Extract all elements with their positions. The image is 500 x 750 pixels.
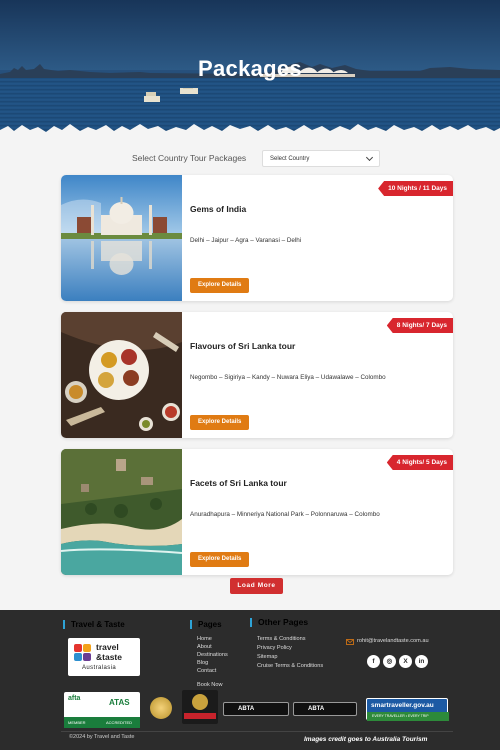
abta-logo-2: ABTA <box>293 702 357 716</box>
beach-aerial-image <box>61 449 182 575</box>
explore-details-button[interactable]: Explore Details <box>190 278 250 293</box>
package-route: Delhi – Jaipur – Agra – Varanasi – Delhi <box>190 237 302 244</box>
country-filter: Select Country Tour Packages Select Coun… <box>0 150 500 168</box>
footer-link-sitemap[interactable]: Sitemap <box>257 653 278 661</box>
package-card: 8 Nights/ 7 Days Flavours of Sri Lanka t… <box>61 312 453 438</box>
footer-link-blog[interactable]: Blog <box>197 659 208 667</box>
x-icon[interactable]: X <box>399 655 412 668</box>
duration-badge: 10 Nights / 11 Days <box>378 181 453 196</box>
footer-other-pages-title: Other Pages <box>250 618 308 627</box>
abta-text-2: ABTA <box>308 706 325 712</box>
duration-badge: 4 Nights/ 5 Days <box>386 455 453 470</box>
facebook-icon[interactable]: f <box>367 655 380 668</box>
duration-badge: 8 Nights/ 7 Days <box>386 318 453 333</box>
taj-mahal-image <box>61 175 182 301</box>
linkedin-icon[interactable]: in <box>415 655 428 668</box>
chevron-down-icon <box>365 153 374 162</box>
footer-divider <box>61 731 453 732</box>
afta-atas-logo: afta ATAS MEMBER ACCREDITED <box>64 692 140 728</box>
copyright-text: ©2024 by Travel and Taste <box>69 734 135 740</box>
footer-email[interactable]: rohit@travelandtaste.com.au <box>357 638 429 644</box>
image-credit-text: Images credit goes to Australia Tourism <box>304 736 428 743</box>
logo-mark-icon <box>74 644 91 661</box>
footer-link-cruise-terms[interactable]: Cruise Terms & Conditions <box>257 662 323 670</box>
package-route: Anuradhapura – Minneriya National Park –… <box>190 511 380 518</box>
footer-link-contact[interactable]: Contact <box>197 667 216 675</box>
spices-image <box>61 312 182 438</box>
footer-link-destinations[interactable]: Destinations <box>197 651 228 659</box>
award-badge-icon <box>182 690 218 724</box>
footer-link-about[interactable]: About <box>197 643 212 651</box>
explore-details-button[interactable]: Explore Details <box>190 552 250 567</box>
ferry-boats <box>144 88 198 102</box>
email-icon <box>346 639 354 645</box>
package-card: 10 Nights / 11 Days Gems of India Delhi … <box>61 175 453 301</box>
explore-details-button[interactable]: Explore Details <box>190 415 250 430</box>
footer-brand-title: Travel & Taste <box>63 620 125 629</box>
travel-taste-logo[interactable]: travel &taste Australasia <box>68 638 140 676</box>
logo-text-australasia: Australasia <box>82 665 117 671</box>
footer-link-home[interactable]: Home <box>197 635 212 643</box>
smartraveller-logo: smartraveller.gov.au EVERY TRAVELLER • E… <box>366 698 449 721</box>
afta-text: afta <box>68 695 81 702</box>
footer-link-privacy[interactable]: Privacy Policy <box>257 644 292 652</box>
package-title: Gems of India <box>190 204 247 214</box>
logo-text-travel: travel <box>96 642 119 652</box>
package-title: Facets of Sri Lanka tour <box>190 478 287 488</box>
filter-label: Select Country Tour Packages <box>132 153 247 163</box>
country-select[interactable]: Select Country <box>262 150 380 167</box>
logo-text-taste: &taste <box>96 652 122 662</box>
page: Packages Select Country Tour Packages Se… <box>0 0 500 750</box>
country-select-value: Select Country <box>270 156 310 162</box>
load-more-button[interactable]: Load More <box>230 578 283 594</box>
footer-pages-title: Pages <box>190 620 222 629</box>
package-route: Negombo – Sigiriya – Kandy – Nuwara Eliy… <box>190 374 386 381</box>
package-card: 4 Nights/ 5 Days Facets of Sri Lanka tou… <box>61 449 453 575</box>
footer <box>0 610 500 750</box>
footer-link-book-now[interactable]: Book Now <box>197 681 223 689</box>
instagram-icon[interactable]: ◎ <box>383 655 396 668</box>
abta-logo-1: ABTA <box>223 702 289 716</box>
package-title: Flavours of Sri Lanka tour <box>190 341 296 351</box>
award-medal-icon <box>150 697 172 719</box>
accredited-text: ACCREDITED <box>106 720 133 725</box>
page-title: Packages <box>198 56 302 81</box>
torn-edge-divider <box>0 124 500 144</box>
smartraveller-sub: EVERY TRAVELLER • EVERY TRIP <box>372 714 429 718</box>
atas-text: ATAS <box>109 698 130 707</box>
abta-text-1: ABTA <box>238 706 255 712</box>
member-text: MEMBER <box>68 720 86 725</box>
footer-link-terms[interactable]: Terms & Conditions <box>257 635 306 643</box>
smartraveller-text: smartraveller.gov.au <box>371 702 434 709</box>
